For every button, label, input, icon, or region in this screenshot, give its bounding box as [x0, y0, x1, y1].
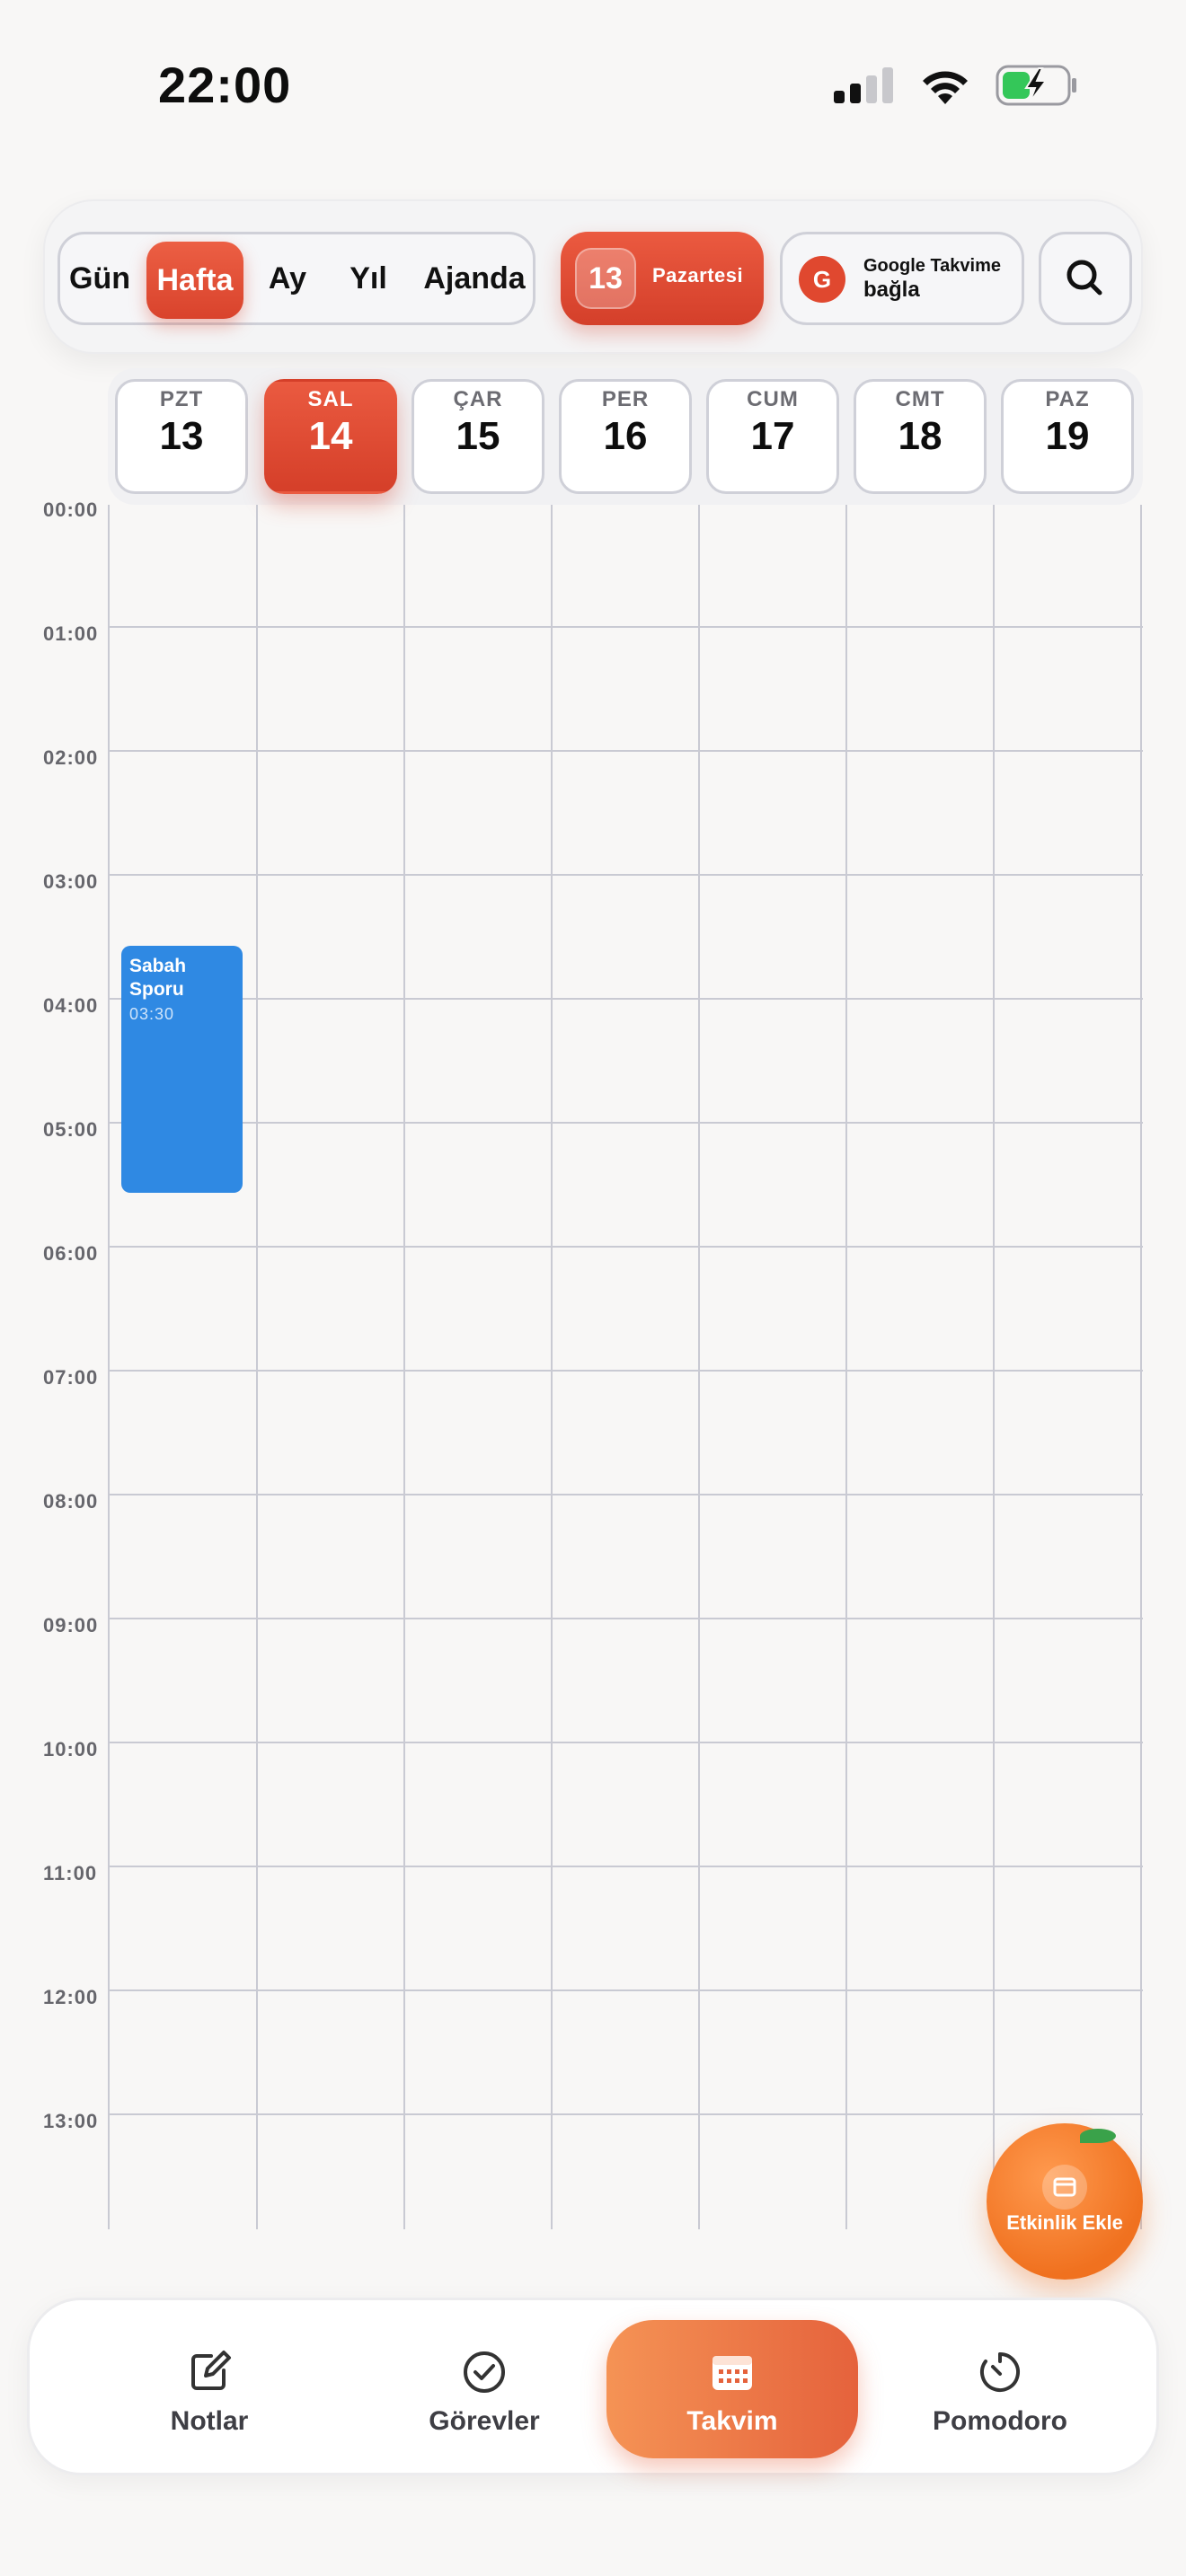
day-name: CMT — [895, 387, 945, 411]
day-name: CUM — [747, 387, 799, 411]
day-date: 18 — [898, 414, 943, 458]
day-name: SAL — [307, 387, 354, 411]
hour-label: 13:00 — [43, 2110, 99, 2132]
search-icon — [1067, 260, 1102, 296]
view-week-button[interactable]: Hafta — [146, 242, 243, 319]
event-block[interactable]: Sabah Sporu 03:30 — [121, 946, 243, 1193]
hour-label: 08:00 — [43, 1490, 99, 1513]
hour-label: 06:00 — [43, 1242, 99, 1265]
day-name: PAZ — [1045, 387, 1090, 411]
google-icon: G — [799, 256, 845, 303]
day-name: PZT — [159, 387, 204, 411]
hour-label: 09:00 — [43, 1614, 99, 1636]
hour-label: 05:00 — [43, 1118, 99, 1141]
hour-label: 02:00 — [43, 746, 99, 769]
wifi-icon — [923, 71, 968, 104]
hour-label: 01:00 — [43, 622, 99, 645]
today-button[interactable]: 13 Pazartesi — [561, 232, 764, 325]
day-date: 15 — [456, 414, 500, 458]
add-event-button[interactable]: Etkinlik Ekle — [987, 2123, 1143, 2280]
day-date: 14 — [308, 414, 353, 458]
timer-icon — [980, 2352, 1020, 2392]
view-year-button[interactable]: Yıl — [335, 234, 402, 322]
tab-label: Pomodoro — [933, 2406, 1067, 2436]
today-date-badge: 13 — [575, 248, 636, 309]
calendar-plus-icon — [1042, 2165, 1087, 2210]
tab-label: Notlar — [170, 2406, 249, 2436]
tab-calendar[interactable]: Takvim — [606, 2320, 858, 2458]
hour-label: 04:00 — [43, 994, 99, 1017]
google-connect-title: Google Takvime — [863, 256, 1002, 276]
day-chip-thu[interactable]: PER 16 — [559, 379, 692, 494]
hour-label: 03:00 — [43, 870, 99, 893]
add-event-label: Etkinlik Ekle — [1006, 2211, 1123, 2234]
check-circle-icon — [464, 2351, 505, 2393]
day-date: 19 — [1045, 414, 1090, 458]
status-time: 22:00 — [158, 57, 292, 113]
day-chip-sun[interactable]: PAZ 19 — [1001, 379, 1134, 494]
hour-label: 11:00 — [43, 1862, 98, 1884]
view-day-button[interactable]: Gün — [64, 234, 136, 322]
battery-charging-icon — [996, 65, 1076, 106]
view-agenda-button[interactable]: Ajanda — [416, 234, 533, 322]
calendar-icon — [712, 2356, 752, 2390]
day-chip-mon[interactable]: PZT 13 — [115, 379, 248, 494]
calendar-toolbar: Gün Hafta Ay Yıl Ajanda 13 Pazartesi G G… — [43, 199, 1143, 354]
search-button[interactable] — [1039, 232, 1132, 325]
tab-tasks[interactable]: Görevler — [358, 2320, 610, 2458]
tab-notes[interactable]: Notlar — [84, 2320, 335, 2458]
day-chip-fri[interactable]: CUM 17 — [706, 379, 839, 494]
day-name: PER — [601, 387, 650, 411]
tab-label: Takvim — [686, 2406, 778, 2436]
today-label: Pazartesi — [652, 264, 744, 287]
week-day-header: PZT 13 SAL 14 ÇAR 15 PER 16 CUM 17 CMT 1… — [108, 368, 1143, 505]
tab-pomodoro[interactable]: Pomodoro — [874, 2320, 1126, 2458]
leaf-icon — [1080, 2129, 1116, 2143]
cellular-signal-icon — [834, 67, 893, 103]
hour-label: 07:00 — [43, 1366, 99, 1389]
note-edit-icon — [191, 2351, 231, 2390]
google-calendar-connect-button[interactable]: G Google Takvime bağla — [780, 232, 1024, 325]
day-chip-sat[interactable]: CMT 18 — [854, 379, 987, 494]
day-chip-tue[interactable]: SAL 14 — [264, 379, 397, 494]
hour-label: 12:00 — [43, 1986, 99, 2008]
status-icons — [834, 65, 1078, 106]
hour-label: 10:00 — [43, 1738, 99, 1760]
bottom-tab-bar: Notlar Görevler Takvim Pomodoro — [27, 2298, 1159, 2475]
day-date: 17 — [750, 414, 795, 458]
view-segmented-control: Gün Hafta Ay Yıl Ajanda — [58, 232, 535, 325]
google-connect-subtitle: bağla — [863, 278, 920, 302]
view-month-button[interactable]: Ay — [258, 234, 317, 322]
day-chip-wed[interactable]: ÇAR 15 — [412, 379, 544, 494]
week-time-grid[interactable] — [108, 505, 1143, 2229]
event-time: 03:30 — [129, 1005, 175, 1023]
event-title: Sabah Sporu — [129, 956, 187, 1000]
day-date: 16 — [603, 414, 648, 458]
day-date: 13 — [159, 414, 204, 458]
tab-label: Görevler — [429, 2406, 540, 2436]
day-name: ÇAR — [453, 387, 503, 411]
hour-label: 00:00 — [43, 498, 99, 521]
